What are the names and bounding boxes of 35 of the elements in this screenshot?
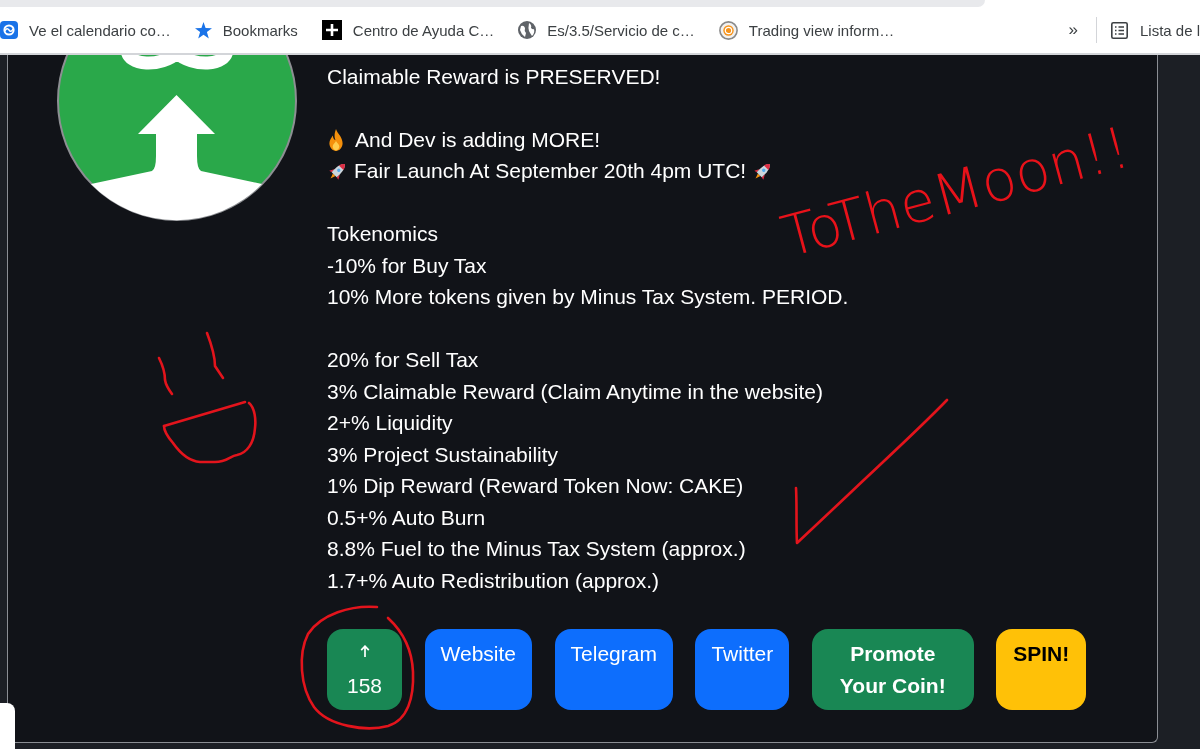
more-bookmarks-button[interactable]: » bbox=[1064, 16, 1082, 44]
link-button[interactable]: Website bbox=[424, 629, 533, 710]
reading-list-link[interactable]: Lista de l bbox=[1110, 21, 1200, 39]
bookmark-link[interactable]: Ve el calendario co… bbox=[0, 14, 183, 46]
description-line: 1% Dip Reward (Reward Token Now: CAKE) bbox=[327, 474, 744, 499]
panel-edge bbox=[0, 703, 15, 749]
fire-icon bbox=[327, 128, 345, 151]
spin-button[interactable]: SPIN! bbox=[996, 629, 1087, 710]
coin-icon bbox=[718, 20, 738, 40]
description-line: 0.5+% Auto Burn bbox=[327, 505, 486, 530]
description-line: -10% for Buy Tax bbox=[327, 253, 487, 278]
description-line: 8.8% Fuel to the Minus Tax System (approx.) bbox=[327, 537, 746, 562]
description-line: And Dev is adding MORE! bbox=[355, 127, 601, 152]
upvote-button[interactable]: 158 bbox=[327, 629, 403, 710]
bookmark-link[interactable]: Centro de Ayuda C… bbox=[309, 14, 507, 46]
plus-icon bbox=[321, 20, 342, 40]
description-line: 20% for Sell Tax bbox=[327, 348, 479, 373]
list-icon bbox=[1110, 21, 1128, 39]
star-icon bbox=[194, 21, 212, 39]
globe-icon bbox=[518, 21, 537, 39]
link-button[interactable]: Twitter bbox=[695, 629, 790, 710]
link-button[interactable]: Telegram bbox=[554, 629, 673, 710]
description-line: 3% Claimable Reward (Claim Anytime in the website) bbox=[327, 379, 824, 404]
description-line: 3% Project Sustainability bbox=[327, 442, 559, 467]
promote-button[interactable]: Promote Your Coin! bbox=[811, 629, 974, 710]
description-line: 10% More tokens given by Minus Tax System. PERIOD. bbox=[327, 285, 849, 310]
description-line: 1.7+% Auto Redistribution (approx.) bbox=[327, 568, 660, 593]
bookmark-link[interactable]: Trading view inform… bbox=[706, 14, 907, 46]
description-line: 2+% Liquidity bbox=[327, 411, 453, 436]
description-line: Claimable Reward is PRESERVED! bbox=[327, 64, 661, 89]
description-line: Tokenomics bbox=[327, 222, 438, 247]
bookmark-link[interactable]: Es/3.5/Servicio de c… bbox=[506, 14, 707, 46]
description-line: Fair Launch At September 20th 4pm UTC! bbox=[354, 159, 747, 184]
bookmark-link[interactable]: Bookmarks bbox=[182, 14, 310, 46]
arrow-up-icon bbox=[359, 645, 370, 657]
